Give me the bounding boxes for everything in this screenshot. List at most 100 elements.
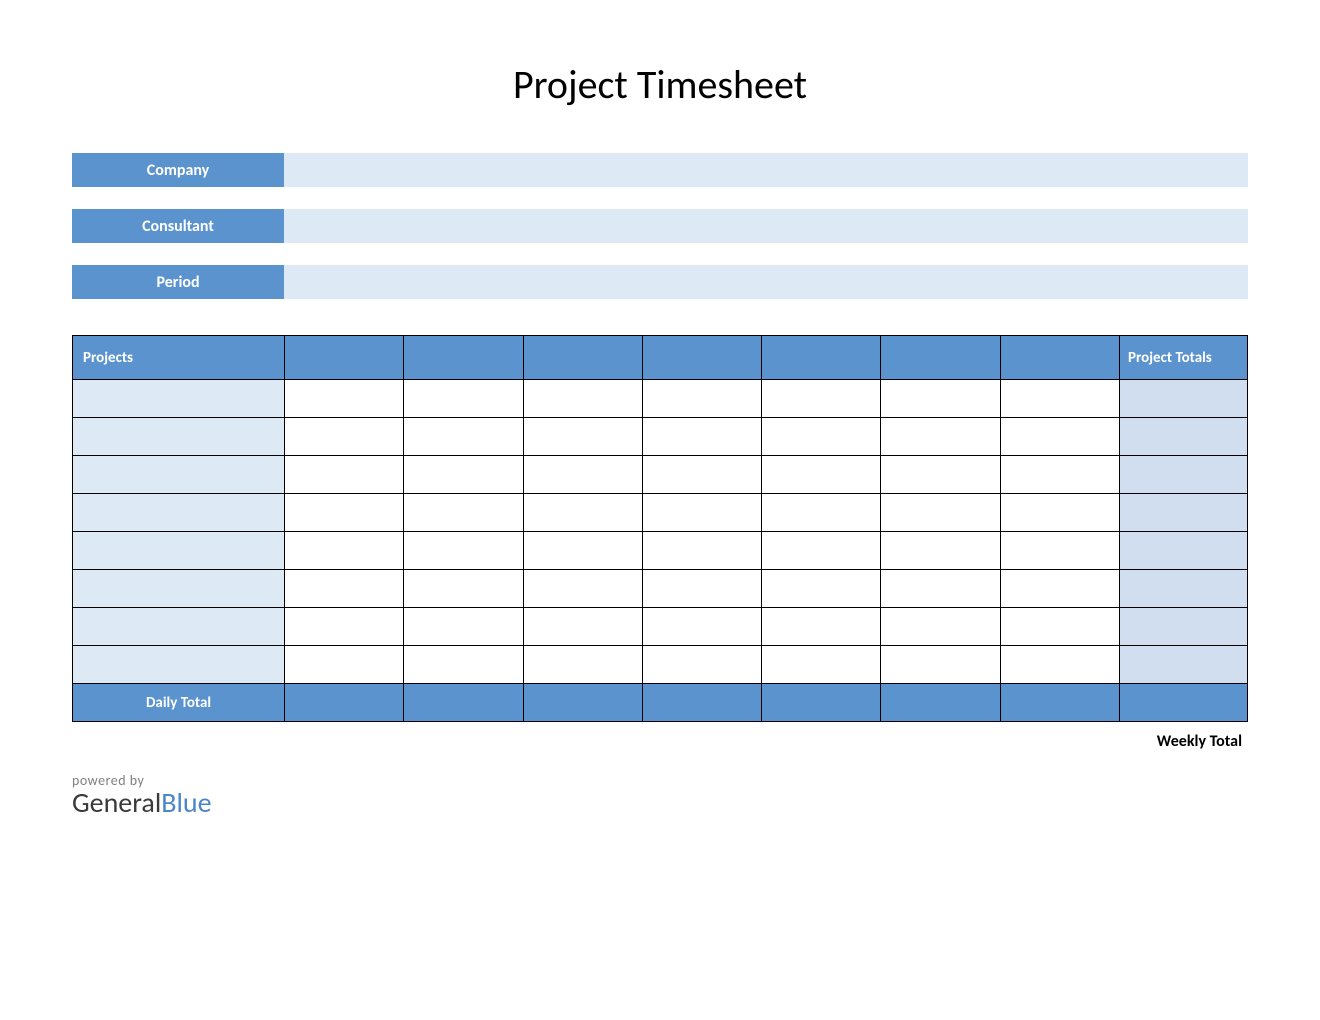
hours-cell[interactable] [762, 532, 881, 570]
hours-cell[interactable] [762, 570, 881, 608]
period-input[interactable] [284, 265, 1248, 299]
header-day [404, 336, 523, 380]
hours-cell[interactable] [285, 532, 404, 570]
daily-total-row: Daily Total [73, 684, 1248, 722]
hours-cell[interactable] [1000, 494, 1119, 532]
project-cell[interactable] [73, 532, 285, 570]
powered-by-label: powered by [72, 773, 1248, 788]
table-row [73, 418, 1248, 456]
header-day [1000, 336, 1119, 380]
hours-cell[interactable] [762, 646, 881, 684]
project-total-cell [1120, 532, 1248, 570]
table-row [73, 608, 1248, 646]
info-section: Company Consultant Period [72, 153, 1248, 299]
hours-cell[interactable] [642, 608, 761, 646]
project-cell[interactable] [73, 570, 285, 608]
hours-cell[interactable] [523, 646, 642, 684]
consultant-input[interactable] [284, 209, 1248, 243]
hours-cell[interactable] [881, 608, 1000, 646]
hours-cell[interactable] [642, 646, 761, 684]
hours-cell[interactable] [881, 380, 1000, 418]
project-cell[interactable] [73, 418, 285, 456]
project-cell[interactable] [73, 494, 285, 532]
hours-cell[interactable] [762, 608, 881, 646]
company-input[interactable] [284, 153, 1248, 187]
hours-cell[interactable] [762, 380, 881, 418]
header-day [642, 336, 761, 380]
hours-cell[interactable] [404, 418, 523, 456]
table-row [73, 456, 1248, 494]
hours-cell[interactable] [404, 608, 523, 646]
table-row [73, 532, 1248, 570]
table-row [73, 494, 1248, 532]
hours-cell[interactable] [404, 646, 523, 684]
hours-cell[interactable] [1000, 570, 1119, 608]
hours-cell[interactable] [523, 532, 642, 570]
hours-cell[interactable] [1000, 646, 1119, 684]
hours-cell[interactable] [404, 494, 523, 532]
hours-cell[interactable] [762, 418, 881, 456]
hours-cell[interactable] [1000, 380, 1119, 418]
branding: powered by GeneralBlue [72, 773, 1248, 819]
hours-cell[interactable] [881, 494, 1000, 532]
hours-cell[interactable] [523, 608, 642, 646]
hours-cell[interactable] [881, 570, 1000, 608]
hours-cell[interactable] [285, 456, 404, 494]
hours-cell[interactable] [642, 418, 761, 456]
hours-cell[interactable] [523, 418, 642, 456]
table-row [73, 380, 1248, 418]
hours-cell[interactable] [881, 418, 1000, 456]
page-title: Project Timesheet [72, 60, 1248, 109]
brand-name-part2: Blue [161, 785, 211, 820]
hours-cell[interactable] [881, 532, 1000, 570]
header-day [523, 336, 642, 380]
hours-cell[interactable] [642, 570, 761, 608]
period-label: Period [72, 265, 284, 299]
project-total-cell [1120, 380, 1248, 418]
hours-cell[interactable] [404, 532, 523, 570]
header-project-totals: Project Totals [1120, 336, 1248, 380]
hours-cell[interactable] [881, 456, 1000, 494]
hours-cell[interactable] [642, 532, 761, 570]
table-row [73, 570, 1248, 608]
project-total-cell [1120, 570, 1248, 608]
project-cell[interactable] [73, 380, 285, 418]
daily-total-cell [1000, 684, 1119, 722]
header-day [881, 336, 1000, 380]
hours-cell[interactable] [404, 380, 523, 418]
daily-total-label: Daily Total [73, 684, 285, 722]
hours-cell[interactable] [642, 380, 761, 418]
hours-cell[interactable] [285, 608, 404, 646]
brand-name-part1: General [72, 785, 161, 820]
hours-cell[interactable] [1000, 418, 1119, 456]
hours-cell[interactable] [1000, 532, 1119, 570]
hours-cell[interactable] [642, 456, 761, 494]
hours-cell[interactable] [404, 456, 523, 494]
project-cell[interactable] [73, 456, 285, 494]
hours-cell[interactable] [285, 646, 404, 684]
hours-cell[interactable] [762, 494, 881, 532]
table-row [73, 646, 1248, 684]
hours-cell[interactable] [881, 646, 1000, 684]
hours-cell[interactable] [285, 494, 404, 532]
hours-cell[interactable] [285, 570, 404, 608]
project-total-cell [1120, 418, 1248, 456]
daily-total-cell [285, 684, 404, 722]
project-total-cell [1120, 646, 1248, 684]
hours-cell[interactable] [1000, 456, 1119, 494]
hours-cell[interactable] [523, 380, 642, 418]
hours-cell[interactable] [285, 418, 404, 456]
project-cell[interactable] [73, 608, 285, 646]
project-cell[interactable] [73, 646, 285, 684]
daily-total-cell [404, 684, 523, 722]
hours-cell[interactable] [523, 494, 642, 532]
hours-cell[interactable] [285, 380, 404, 418]
hours-cell[interactable] [642, 494, 761, 532]
company-label: Company [72, 153, 284, 187]
hours-cell[interactable] [1000, 608, 1119, 646]
hours-cell[interactable] [523, 456, 642, 494]
hours-cell[interactable] [762, 456, 881, 494]
hours-cell[interactable] [523, 570, 642, 608]
hours-cell[interactable] [404, 570, 523, 608]
consultant-label: Consultant [72, 209, 284, 243]
